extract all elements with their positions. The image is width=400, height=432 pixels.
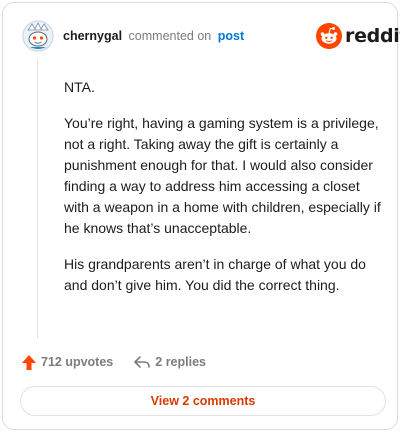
commented-on-label: commented on — [128, 29, 212, 43]
thread-line[interactable] — [37, 59, 38, 339]
upvote-count: 712 upvotes — [41, 355, 114, 369]
comment-paragraph: You’re right, having a gaming system is … — [64, 115, 381, 236]
comment-paragraph: NTA. — [64, 79, 95, 95]
replies-button[interactable]: 2 replies — [133, 354, 206, 370]
upvote-button[interactable]: 712 upvotes — [21, 354, 113, 371]
reddit-snoo-icon — [316, 23, 342, 49]
username-link[interactable]: chernygal — [63, 29, 122, 43]
replies-count: 2 replies — [155, 355, 206, 369]
comment-header: chernygal commented on post — [63, 29, 244, 43]
upvote-arrow-icon — [21, 354, 37, 371]
view-comments-button[interactable]: View 2 comments — [20, 386, 386, 416]
reddit-wordmark: reddit — [345, 25, 400, 47]
user-avatar[interactable] — [22, 20, 54, 52]
reddit-logo[interactable]: reddit — [316, 23, 400, 49]
comment-paragraph: His grandparents aren’t in charge of wha… — [64, 256, 366, 293]
snoo-avatar-icon — [22, 20, 54, 52]
comment-card: chernygal commented on post reddit NTA. … — [2, 2, 400, 430]
comment-body: NTA. You’re right, having a gaming syste… — [64, 77, 382, 311]
post-link[interactable]: post — [218, 29, 244, 43]
comment-actions: 712 upvotes 2 replies — [21, 352, 206, 372]
reply-arrow-icon — [133, 354, 151, 370]
